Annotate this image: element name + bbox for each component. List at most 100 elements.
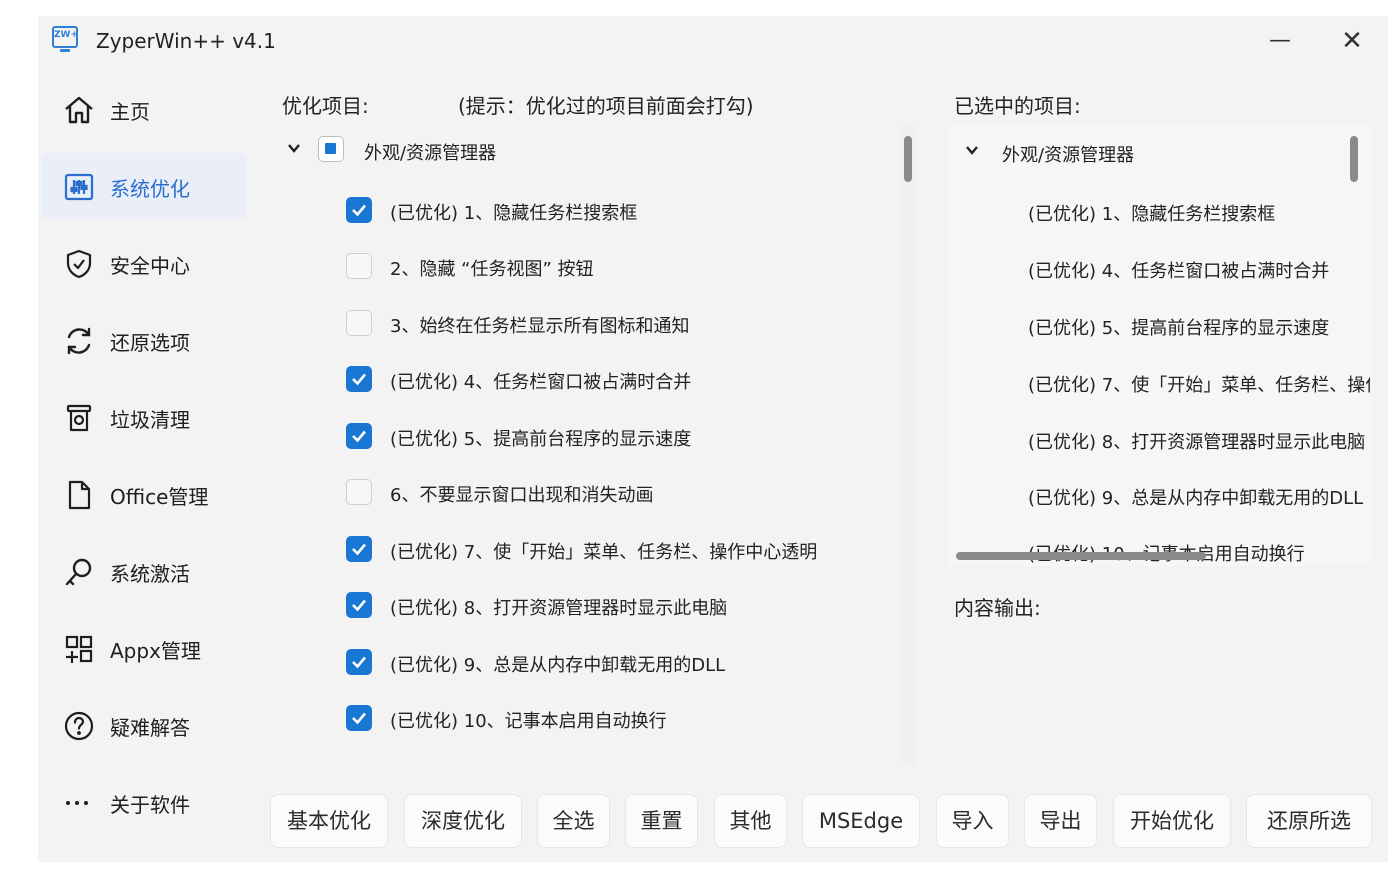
list-item[interactable]: (已优化) 10、记事本启用自动换行 [346, 698, 906, 738]
list-item[interactable]: 2、隐藏 “任务视图” 按钮 [346, 246, 906, 286]
selected-hscroll-thumb[interactable] [956, 552, 1206, 560]
sidebar-item-label: 垃圾清理 [110, 408, 190, 432]
more-icon [66, 801, 88, 805]
trash-icon [66, 404, 92, 432]
sidebar-item-activation[interactable]: 系统激活 [41, 538, 247, 604]
sidebar-item-security[interactable]: 安全中心 [41, 230, 247, 296]
list-item[interactable]: (已优化) 8、打开资源管理器时显示此电脑 [1028, 428, 1365, 454]
start-optimize-button[interactable]: 开始优化 [1113, 794, 1231, 848]
restore-selected-button[interactable]: 还原所选 [1246, 794, 1372, 848]
title-bar: ZW+ ZyperWin++ v4.1 — ✕ [38, 16, 1388, 68]
option-checkbox[interactable] [346, 423, 372, 449]
option-label: (已优化) 7、使「开始」菜单、任务栏、操作中心透明 [390, 542, 818, 563]
key-icon [65, 558, 92, 586]
list-item[interactable]: (已优化) 8、打开资源管理器时显示此电脑 [346, 585, 906, 625]
selected-title: 已选中的项目: [954, 94, 1081, 118]
window-title: ZyperWin++ v4.1 [96, 29, 276, 53]
option-checkbox[interactable] [346, 366, 372, 392]
export-button[interactable]: 导出 [1024, 794, 1097, 848]
option-label: 6、不要显示窗口出现和消失动画 [390, 485, 654, 506]
check-icon [352, 543, 366, 556]
option-label: (已优化) 8、打开资源管理器时显示此电脑 [390, 598, 728, 619]
output-area[interactable] [948, 630, 1370, 760]
output-title: 内容输出: [954, 596, 1041, 620]
option-checkbox[interactable] [346, 592, 372, 618]
app-logo-icon: ZW+ [52, 26, 78, 52]
import-button[interactable]: 导入 [936, 794, 1009, 848]
app-window: ZW+ ZyperWin++ v4.1 — ✕ 主页 系统优化 安全中心 还原选… [38, 16, 1388, 862]
option-checkbox[interactable] [346, 310, 372, 336]
sidebar: 主页 系统优化 安全中心 还原选项 垃圾清理 Office管理 系统激活 App… [38, 68, 252, 862]
sidebar-item-label: 还原选项 [110, 331, 190, 355]
sidebar-item-home[interactable]: 主页 [41, 76, 247, 142]
option-label: (已优化) 4、任务栏窗口被占满时合并 [390, 372, 692, 393]
option-label: 3、始终在任务栏显示所有图标和通知 [390, 316, 690, 337]
option-label: 2、隐藏 “任务视图” 按钮 [390, 259, 594, 280]
other-button[interactable]: 其他 [714, 794, 787, 848]
selected-vscroll-thumb[interactable] [1350, 136, 1358, 182]
optimize-scrollbar[interactable] [898, 126, 916, 766]
sidebar-item-label: 系统激活 [110, 562, 190, 586]
sidebar-item-appx[interactable]: Appx管理 [41, 615, 247, 681]
list-item[interactable]: (已优化) 4、任务栏窗口被占满时合并 [346, 359, 906, 399]
sidebar-item-label: 关于软件 [110, 793, 190, 817]
msedge-button[interactable]: MSEdge [802, 794, 920, 848]
sidebar-item-office[interactable]: Office管理 [41, 461, 247, 527]
sidebar-item-label: Office管理 [110, 485, 209, 509]
option-checkbox[interactable] [346, 197, 372, 223]
home-icon [65, 96, 93, 124]
optimize-title: 优化项目: [282, 94, 369, 118]
option-checkbox[interactable] [346, 705, 372, 731]
sidebar-item-label: 主页 [110, 100, 150, 124]
group-expander[interactable] [286, 140, 302, 156]
close-button[interactable]: ✕ [1332, 26, 1372, 56]
deep-optimize-button[interactable]: 深度优化 [404, 794, 522, 848]
apps-icon [65, 635, 93, 663]
list-item[interactable]: 3、始终在任务栏显示所有图标和通知 [346, 303, 906, 343]
optimize-scroll-thumb[interactable] [904, 136, 912, 182]
check-icon [352, 599, 366, 612]
list-item[interactable]: (已优化) 5、提高前台程序的显示速度 [1028, 314, 1329, 340]
optimize-hint: (提示：优化过的项目前面会打勾) [458, 94, 754, 118]
sidebar-item-cleanup[interactable]: 垃圾清理 [41, 384, 247, 450]
group-checkbox[interactable] [318, 136, 344, 162]
selected-group-expander[interactable] [964, 142, 980, 158]
list-item[interactable]: (已优化) 4、任务栏窗口被占满时合并 [1028, 257, 1329, 283]
sidebar-item-restore[interactable]: 还原选项 [41, 307, 247, 373]
document-icon [68, 480, 91, 510]
option-label: (已优化) 9、总是从内存中卸载无用的DLL [390, 655, 726, 676]
sidebar-item-label: 安全中心 [110, 254, 190, 278]
sidebar-item-label: 系统优化 [110, 177, 190, 201]
list-item[interactable]: (已优化) 1、隐藏任务栏搜索框 [1028, 200, 1275, 226]
selected-group-label: 外观/资源管理器 [1002, 145, 1135, 166]
list-item[interactable]: (已优化) 5、提高前台程序的显示速度 [346, 416, 906, 456]
select-all-button[interactable]: 全选 [537, 794, 610, 848]
sidebar-item-system-optimize[interactable]: 系统优化 [41, 153, 247, 219]
shield-icon [66, 249, 92, 279]
check-icon [352, 204, 366, 217]
sidebar-item-about[interactable]: 关于软件 [41, 769, 247, 835]
sidebar-item-label: 疑难解答 [110, 716, 190, 740]
group-label: 外观/资源管理器 [364, 143, 497, 164]
option-checkbox[interactable] [346, 253, 372, 279]
sidebar-item-label: Appx管理 [110, 639, 201, 663]
list-item[interactable]: (已优化) 1、隐藏任务栏搜索框 [346, 190, 906, 230]
chevron-down-icon [288, 144, 300, 153]
reset-button[interactable]: 重置 [625, 794, 698, 848]
option-label: (已优化) 10、记事本启用自动换行 [390, 711, 667, 732]
list-item[interactable]: (已优化) 9、总是从内存中卸载无用的DLL [1028, 484, 1363, 510]
option-checkbox[interactable] [346, 479, 372, 505]
restore-icon [67, 327, 91, 355]
optimize-tree: 外观/资源管理器 (已优化) 1、隐藏任务栏搜索框 2、隐藏 “任务视图” 按钮… [272, 126, 924, 766]
sidebar-item-help[interactable]: 疑难解答 [41, 692, 247, 758]
list-item[interactable]: 6、不要显示窗口出现和消失动画 [346, 472, 906, 512]
check-icon [352, 373, 366, 386]
minimize-button[interactable]: — [1260, 26, 1300, 56]
option-checkbox[interactable] [346, 536, 372, 562]
option-checkbox[interactable] [346, 649, 372, 675]
check-icon [352, 712, 366, 725]
list-item[interactable]: (已优化) 7、使「开始」菜单、任务栏、操作中心透明 [346, 529, 906, 569]
list-item[interactable]: (已优化) 9、总是从内存中卸载无用的DLL [346, 642, 906, 682]
list-item[interactable]: (已优化) 7、使「开始」菜单、任务栏、操作中心透明 [1028, 371, 1370, 397]
basic-optimize-button[interactable]: 基本优化 [270, 794, 388, 848]
